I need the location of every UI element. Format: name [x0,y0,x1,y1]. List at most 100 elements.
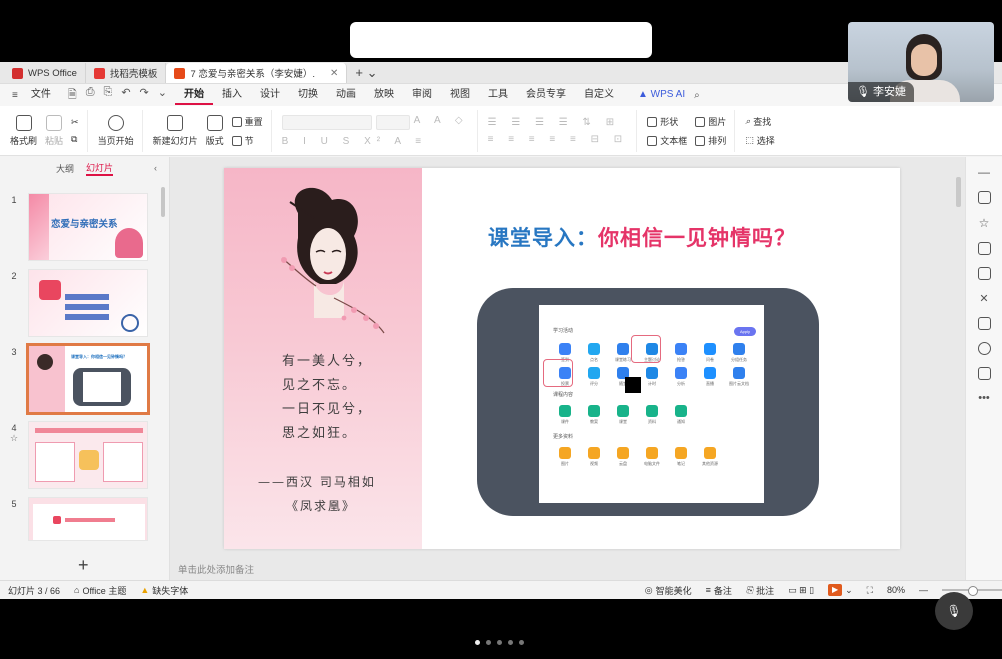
presenter-webcam[interactable]: 🎙 李安婕 [848,22,994,102]
tab-wps-office[interactable]: WPS Office [4,63,86,83]
menu-tools[interactable]: 工具 [479,85,517,105]
textbox-button[interactable]: 文本框 [647,134,687,147]
slide-thumbnail-3[interactable]: 课堂导入：你相信一见钟情吗？ [26,343,150,415]
missing-font-warning[interactable]: ▲ 缺失字体 [140,584,188,597]
wps-ai-button[interactable]: ▲ WPS AI [629,85,694,105]
font-size-select[interactable] [375,115,410,130]
view-buttons[interactable]: ▭ ⊞ ▯ [788,585,814,596]
collapse-panel-icon[interactable]: ‹ [154,163,157,173]
cut-icon[interactable]: ✂ [71,117,79,128]
font-family-select[interactable] [281,115,372,130]
page-dot[interactable] [519,640,524,645]
slide-thumbnail-4[interactable] [28,421,148,489]
slideshow-button[interactable]: ▶ ⌄ [828,584,853,596]
notes-placeholder[interactable]: 单击此处添加备注 [178,562,254,576]
section-button[interactable]: 节 [231,134,263,147]
menu-transition[interactable]: 切换 [289,85,327,105]
star-icon[interactable]: ☆ [10,433,18,443]
new-tab-button[interactable]: + ⌄ [347,63,385,83]
thumbnail-row[interactable]: 2 [0,269,160,337]
export-icon[interactable]: ⎙ [86,86,95,105]
undo-icon[interactable]: ↶ [121,86,130,105]
zoom-out-icon[interactable]: — [919,585,928,595]
tab-document[interactable]: 7 恋爱与亲密关系（李安婕）. ✕ [166,63,348,83]
comment-button[interactable]: ⎘ 批注 [746,584,774,597]
reset-button[interactable]: 重置 [231,115,263,128]
page-dot[interactable] [475,640,480,645]
font-size-adjust[interactable]: A A ◇ [414,115,469,130]
puzzle-icon[interactable] [977,367,991,380]
print-icon[interactable]: ⎘ [104,86,113,105]
tab-outline[interactable]: 大纲 [56,162,74,175]
align-buttons[interactable]: ≡ ≡ ≡ ≡ ≡ ⊟ ⊡ [488,134,629,145]
redo-icon[interactable]: ↷ [140,86,149,105]
picture-button[interactable]: 图片 [695,115,726,128]
slide-title-red: 你相信一见钟情吗？ [598,227,796,250]
more-icon[interactable]: ⌄ [158,86,167,105]
paste-button[interactable]: 粘贴 [45,115,63,147]
thumbnail-row[interactable]: 3 课堂导入：你相信一见钟情吗？ [0,343,160,415]
star-icon[interactable]: ☆ [979,216,990,230]
floating-mic-button[interactable]: 🎙 [935,592,973,630]
menu-file[interactable]: 文件 [22,85,60,105]
slide-thumbnail-1[interactable]: 恋爱与亲密关系 [28,193,148,261]
current-slide[interactable]: 有一美人兮， 见之不忘。 一日不见兮， 思之如狂。 ——西汉 司马相如 《凤求凰… [224,168,900,549]
copy-icon[interactable]: ⧉ [71,134,79,145]
thumbnail-row[interactable]: 1 恋爱与亲密关系 [0,193,160,261]
menu-member[interactable]: 会员专享 [517,85,575,105]
thumbnail-row[interactable]: 4 ☆ [0,421,160,489]
canvas-scrollbar[interactable] [956,177,961,207]
menu-review[interactable]: 审阅 [403,85,441,105]
menu-animation[interactable]: 动画 [327,85,365,105]
minus-icon[interactable]: — [978,165,990,179]
save-icon[interactable]: 🗎 [68,86,77,105]
theme-indicator[interactable]: ⌂ Office 主题 [74,584,126,597]
format-painter-button[interactable]: 格式刷 [10,115,37,147]
tab-templates[interactable]: 找稻壳模板 [86,63,167,83]
menu-custom[interactable]: 自定义 [575,85,623,105]
hamburger-icon[interactable]: ≡ [8,90,22,101]
shape-button[interactable]: 形状 [647,115,687,128]
find-button[interactable]: ⌕ 查找 [745,115,775,128]
select-button[interactable]: ⬚ 选择 [745,134,775,147]
search-icon[interactable]: ⌕ [694,90,700,101]
new-slide-label: 新建幻灯片 [152,136,198,146]
page-dot[interactable] [486,640,491,645]
layout-button[interactable]: 版式 [206,115,224,147]
font-style-buttons[interactable]: B I U S X² A ≡ [282,136,427,147]
zoom-slider[interactable] [942,586,1002,596]
arrange-button[interactable]: 排列 [695,134,726,147]
tab-slides[interactable]: 幻灯片 [86,161,114,176]
add-slide-button[interactable]: + [78,555,89,576]
new-slide-button[interactable]: 新建幻灯片 [153,115,198,147]
copy-icon[interactable] [977,242,991,255]
settings-sliders-icon[interactable] [977,191,991,204]
help-icon[interactable] [977,342,991,355]
from-current-button[interactable]: 当页开始 [98,115,134,147]
menu-insert[interactable]: 插入 [213,85,251,105]
fit-icon[interactable]: ⛶ [867,585,873,596]
slide-thumbnail-2[interactable] [28,269,148,337]
close-icon[interactable]: ✕ [330,68,338,79]
notes-button[interactable]: ≡ 备注 [706,584,732,597]
slide-thumbnail-5[interactable] [28,497,148,541]
more-icon[interactable]: ••• [978,392,990,404]
list-buttons[interactable]: ☰ ☰ ☰ ☰ ⇅ ⊞ [488,117,621,128]
menu-home[interactable]: 开始 [174,85,213,105]
menu-slideshow[interactable]: 放映 [365,85,403,105]
zoom-level[interactable]: 80% [887,585,905,595]
picture-label: 图片 [708,117,727,127]
menu-design[interactable]: 设计 [251,85,289,105]
tab-label: WPS Office [28,67,77,79]
slide-title: 课堂导入：你相信一见钟情吗？ [488,222,796,252]
page-dot[interactable] [508,640,513,645]
thumbnail-scrollbar[interactable] [161,187,165,217]
page-dot[interactable] [497,640,502,645]
menu-view[interactable]: 视图 [441,85,479,105]
book-icon[interactable] [977,317,991,330]
edit-icon[interactable] [977,267,991,280]
beautify-button[interactable]: ◎ 智能美化 [645,584,692,597]
tools-icon[interactable]: ✕ [979,292,988,305]
thumbnail-row[interactable]: 5 [0,497,160,541]
screen: 🎙 李安婕 WPS Office 找稻壳模板 7 恋爱与亲密关系（李安婕）. ✕… [0,0,1002,659]
